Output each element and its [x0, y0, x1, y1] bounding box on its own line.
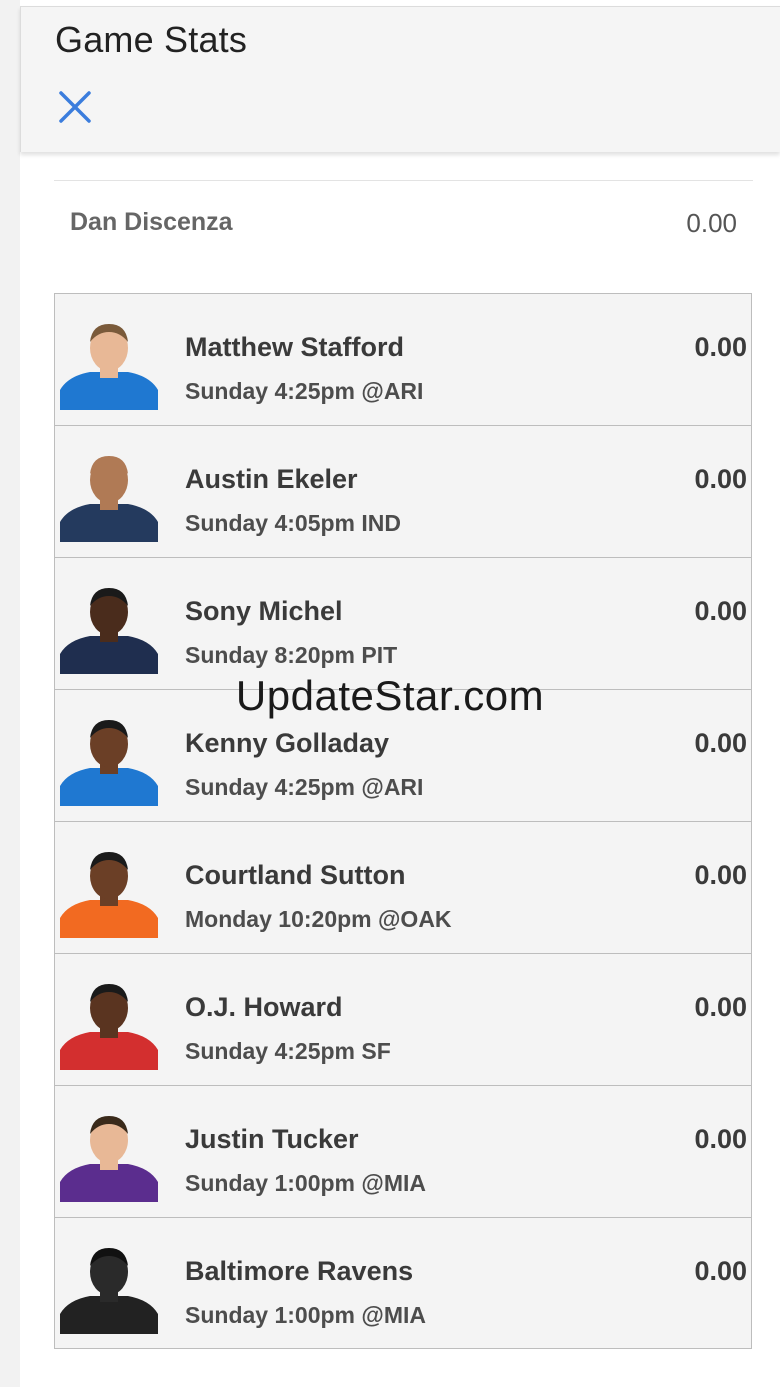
player-row[interactable]: Justin Tucker Sunday 1:00pm @MIA 0.00 [54, 1085, 752, 1217]
player-headshot-icon [60, 456, 158, 542]
player-row[interactable]: Austin Ekeler Sunday 4:05pm IND 0.00 [54, 425, 752, 557]
player-game-time: Sunday 1:00pm @MIA [185, 1170, 426, 1196]
player-headshot-icon [60, 1116, 158, 1202]
left-gutter [0, 0, 20, 1387]
player-score: 0.00 [694, 332, 747, 362]
player-game-time: Sunday 4:05pm IND [185, 510, 401, 536]
owner-score: 0.00 [686, 208, 737, 238]
player-score: 0.00 [694, 1256, 747, 1286]
section-divider [54, 180, 753, 181]
player-game-time: Sunday 8:20pm PIT [185, 642, 398, 668]
player-name: Kenny Golladay [185, 728, 390, 758]
player-headshot-icon [60, 324, 158, 410]
player-row[interactable]: Baltimore Ravens Sunday 1:00pm @MIA 0.00 [54, 1217, 752, 1349]
player-game-time: Monday 10:20pm @OAK [185, 906, 452, 932]
owner-summary-row: Dan Discenza 0.00 [54, 200, 753, 248]
player-name: O.J. Howard [185, 992, 343, 1022]
player-game-time: Sunday 4:25pm @ARI [185, 774, 424, 800]
player-score: 0.00 [694, 464, 747, 494]
player-row[interactable]: O.J. Howard Sunday 4:25pm SF 0.00 [54, 953, 752, 1085]
player-score: 0.00 [694, 1124, 747, 1154]
player-row[interactable]: Courtland Sutton Monday 10:20pm @OAK 0.00 [54, 821, 752, 953]
page-title: Game Stats [55, 19, 248, 60]
player-game-time: Sunday 4:25pm SF [185, 1038, 391, 1064]
player-game-time: Sunday 1:00pm @MIA [185, 1302, 426, 1328]
player-name: Austin Ekeler [185, 464, 358, 494]
player-row[interactable]: Kenny Golladay Sunday 4:25pm @ARI 0.00 [54, 689, 752, 821]
player-score: 0.00 [694, 596, 747, 626]
player-headshot-icon [60, 1248, 158, 1334]
player-score: 0.00 [694, 728, 747, 758]
player-row[interactable]: Matthew Stafford Sunday 4:25pm @ARI 0.00 [54, 293, 752, 425]
player-score: 0.00 [694, 992, 747, 1022]
player-headshot-icon [60, 852, 158, 938]
player-name: Sony Michel [185, 596, 343, 626]
owner-name: Dan Discenza [70, 208, 233, 236]
player-name: Courtland Sutton [185, 860, 406, 890]
player-name: Baltimore Ravens [185, 1256, 414, 1286]
player-headshot-icon [60, 720, 158, 806]
player-row[interactable]: Sony Michel Sunday 8:20pm PIT 0.00 [54, 557, 752, 689]
close-icon [59, 91, 91, 123]
close-button[interactable] [55, 87, 95, 127]
player-game-time: Sunday 4:25pm @ARI [185, 378, 424, 404]
player-headshot-icon [60, 984, 158, 1070]
game-stats-header: Game Stats [20, 6, 780, 152]
player-score: 0.00 [694, 860, 747, 890]
player-name: Matthew Stafford [185, 332, 404, 362]
player-name: Justin Tucker [185, 1124, 359, 1154]
player-list: Matthew Stafford Sunday 4:25pm @ARI 0.00 Au… [54, 293, 752, 1349]
player-headshot-icon [60, 588, 158, 674]
